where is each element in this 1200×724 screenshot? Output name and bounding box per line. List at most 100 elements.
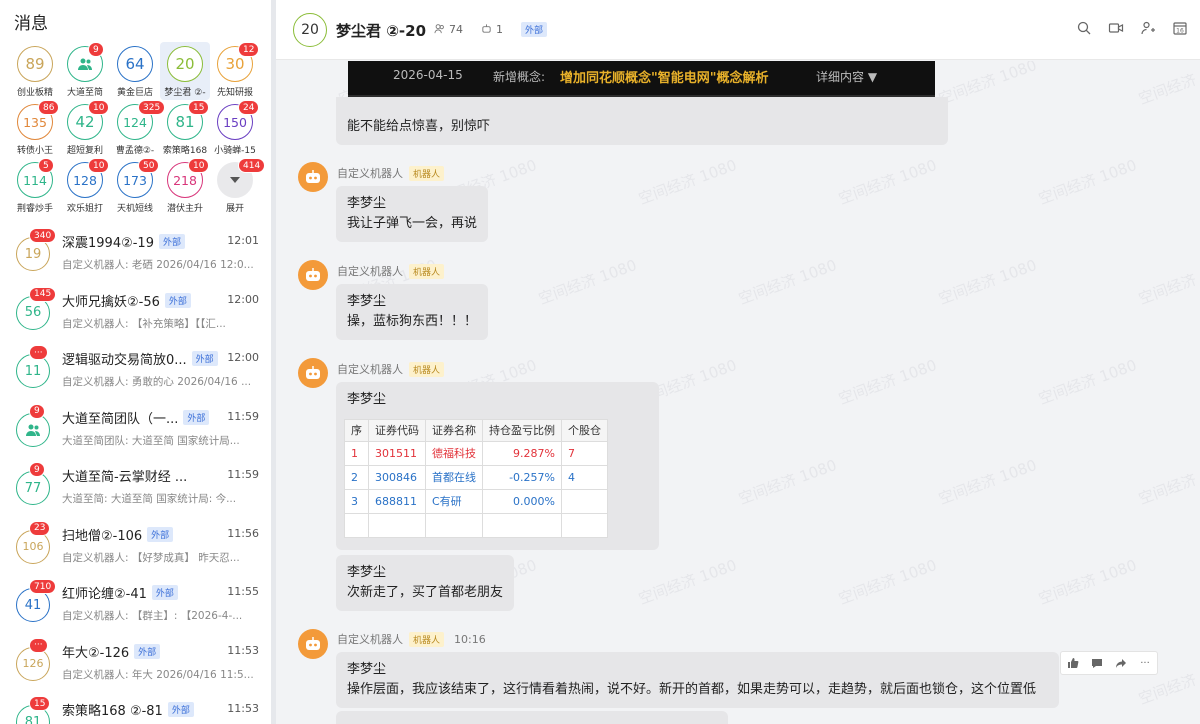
comment-icon[interactable]: [1085, 652, 1109, 674]
group-label: 欢乐姐打: [66, 204, 103, 214]
conversation-item[interactable]: 106 23 扫地僧②-106 外部 11:56 自定义机器人: 【好梦成真】 昨天忍..…: [0, 520, 271, 578]
message-bubble[interactable]: 李梦尘 序证券代码 证券名称 持仓盈亏比例 个股仓 1 301511 德福科技 9.287%…: [336, 382, 659, 550]
pinned-group[interactable]: 64 黄金巨店: [110, 42, 160, 100]
pinned-group[interactable]: 414 展开: [210, 158, 266, 216]
banner-label: 新增概念:: [493, 70, 546, 84]
unread-badge: 50: [138, 158, 160, 173]
banner-more-link[interactable]: 详细内容 ▼: [816, 68, 877, 85]
table-header-cell: 证券代码: [368, 419, 426, 442]
calendar-icon[interactable]: 16: [1172, 20, 1188, 36]
unread-badge: 23: [29, 520, 51, 536]
group-label: 潜伏主升: [166, 204, 203, 214]
watermark-text: 空间经济 1080: [1036, 555, 1140, 609]
pinned-group[interactable]: 150 24 小骑蝉-15: [210, 100, 260, 158]
pinned-group[interactable]: 135 86 转债小王: [10, 100, 60, 158]
table-cell: 300846: [368, 465, 426, 490]
unread-badge: 86: [38, 100, 60, 115]
pinned-group[interactable]: 81 15 索策略168: [160, 100, 210, 158]
bot-tag: 机器人: [409, 361, 445, 377]
conversation-item[interactable]: 56 145 大师兄擒妖②-56 外部 12:00 自定义机器人: 【补充策略】【【汇..…: [0, 286, 271, 344]
message-bubble[interactable]: 李梦尘 操，蓝标狗东西！！！: [336, 284, 489, 340]
concept-banner-image[interactable]: 2026-04-15 新增概念: 增加同花顺概念"智能电网"概念解析 详细内容 …: [348, 61, 935, 97]
conversation-name: 大师兄擒妖②-56 外部: [62, 291, 191, 310]
watermark-text: 空间经济 1080: [836, 355, 940, 409]
table-cell: 7: [561, 441, 608, 466]
conversation-item[interactable]: 9 大道至简团队（一... 外部 11:59 大道至简团队: 大道至简 国家统计局...: [0, 403, 271, 461]
bot-name[interactable]: 自定义机器人: [337, 361, 403, 377]
thumbs-up-icon[interactable]: [1061, 652, 1085, 674]
bot-avatar[interactable]: [298, 260, 328, 290]
group-title[interactable]: 梦尘君 ②-20: [336, 20, 426, 41]
pinned-group[interactable]: 30 12 先知研报: [210, 42, 260, 100]
message-text: 次新走了，买了首都老朋友: [347, 585, 504, 600]
pinned-group[interactable]: 89 创业板精: [10, 42, 60, 100]
conversation-item[interactable]: 41 710 红师论缠②-41 外部 11:55 自定义机器人: 【群主】: 【2026-…: [0, 578, 271, 636]
more-icon[interactable]: ···: [1133, 652, 1157, 674]
pinned-group[interactable]: 124 325 曹孟德②-: [110, 100, 166, 158]
bot-avatar[interactable]: [298, 358, 328, 388]
message-bubble[interactable]: 能不能给点惊喜，别惊吓: [336, 97, 948, 145]
pinned-group[interactable]: 114 5 荆睿炒手: [10, 158, 60, 216]
message-author: 李梦尘: [347, 392, 387, 407]
watermark-text: 空间经济 1080: [936, 61, 1040, 109]
table-cell: 4: [561, 465, 608, 490]
conversation-time: 12:01: [227, 234, 259, 247]
unread-badge: 340: [29, 228, 57, 243]
message-bubble[interactable]: 李梦尘 我让子弹飞一会，再说: [336, 186, 489, 242]
people-icon: [78, 58, 92, 70]
watermark-text: 空间经济 1080: [636, 555, 740, 609]
pinned-group[interactable]: 20 梦尘君 ②-: [160, 42, 210, 100]
conversation-name: 大道至简团队（一... 外部: [62, 408, 210, 427]
group-label: 转债小王: [16, 146, 53, 156]
banner-date: 2026-04-15: [393, 68, 463, 82]
message-area[interactable]: 空间经济 1080 空间经济 1080 空间经济 1080 空间经济 1080 空间经济…: [276, 61, 1200, 724]
table-header-cell: 序: [344, 419, 369, 442]
people-icon: [26, 424, 40, 436]
message-text: 操，蓝标狗东西！！！: [347, 314, 478, 329]
group-label: 大道至简: [66, 88, 103, 98]
table-cell: 0.000%: [482, 489, 562, 514]
conversation-preview: 自定义机器人: 老硒 2026/04/16 12:0...: [62, 259, 254, 271]
pinned-group[interactable]: 42 10 超短复利: [60, 100, 110, 158]
pinned-group[interactable]: 218 10 潜伏主升: [160, 158, 210, 216]
group-label: 天机短线: [116, 204, 153, 214]
group-avatar: 20: [167, 46, 203, 82]
unread-badge: 15: [29, 696, 51, 711]
video-call-icon[interactable]: [1108, 20, 1124, 36]
external-tag: 外部: [158, 234, 185, 249]
message-author: 李梦尘: [347, 565, 387, 580]
group-label: 荆睿炒手: [16, 204, 53, 214]
bot-name[interactable]: 自定义机器人: [337, 631, 403, 647]
conversation-item[interactable]: 126 ··· 年大②-126 外部 11:53 自定义机器人: 年大 2026/04/1…: [0, 637, 271, 695]
conversation-time: 11:56: [227, 526, 259, 540]
bot-name[interactable]: 自定义机器人: [337, 165, 403, 181]
search-icon[interactable]: [1076, 20, 1092, 36]
forward-icon[interactable]: [1109, 652, 1133, 674]
bot-avatar[interactable]: [298, 162, 328, 192]
table-cell: -0.257%: [482, 465, 562, 490]
conversation-time: 12:00: [227, 292, 259, 306]
conversation-item[interactable]: 19 340 深震1994②-19 外部 12:01 自定义机器人: 老硒 2026/04…: [0, 227, 271, 285]
unread-badge: 710: [29, 579, 57, 594]
unread-badge: 15: [188, 100, 210, 115]
group-avatar[interactable]: 20: [293, 13, 327, 47]
conversation-item[interactable]: 11 ··· 逻辑驱动交易简放0... 外部 12:00 自定义机器人: 勇敢的心 202…: [0, 344, 271, 402]
message-bubble[interactable]: 李梦尘 操作层面，我应该结束了，这行情看着热闹，说不好。新开的首都，如果走势可以…: [336, 652, 1059, 708]
bot-avatar[interactable]: [298, 629, 328, 659]
message-bubble[interactable]: 李梦尘 次新走了，买了首都老朋友: [336, 555, 515, 611]
bot-name[interactable]: 自定义机器人: [337, 263, 403, 279]
add-member-icon[interactable]: [1140, 20, 1156, 36]
message-bubble-partial[interactable]: [336, 711, 728, 724]
pinned-group[interactable]: 9 大道至简: [60, 42, 110, 100]
conversation-item[interactable]: 81 15 索策略168 ②-81 外部 11:53: [0, 695, 271, 724]
pinned-group[interactable]: 173 50 天机短线: [110, 158, 160, 216]
table-cell: [561, 489, 608, 514]
conversation-item[interactable]: 77 9 大道至简-云掌财经 ... 11:59 大道至简: 大道至简 国家统计局: 今…: [0, 461, 271, 519]
watermark-text: 空间经济 1080: [536, 255, 640, 309]
group-avatar: 64: [117, 46, 153, 82]
group-label: 展开: [225, 204, 244, 214]
pinned-group[interactable]: 128 10 欢乐姐打: [60, 158, 110, 216]
message-text: 操作层面，我应该结束了，这行情看着热闹，说不好。新开的首都，如果走势可以，走趋势…: [347, 682, 1037, 697]
unread-badge: ···: [29, 637, 48, 653]
conversation-name: 大道至简-云掌财经 ...: [62, 470, 188, 485]
